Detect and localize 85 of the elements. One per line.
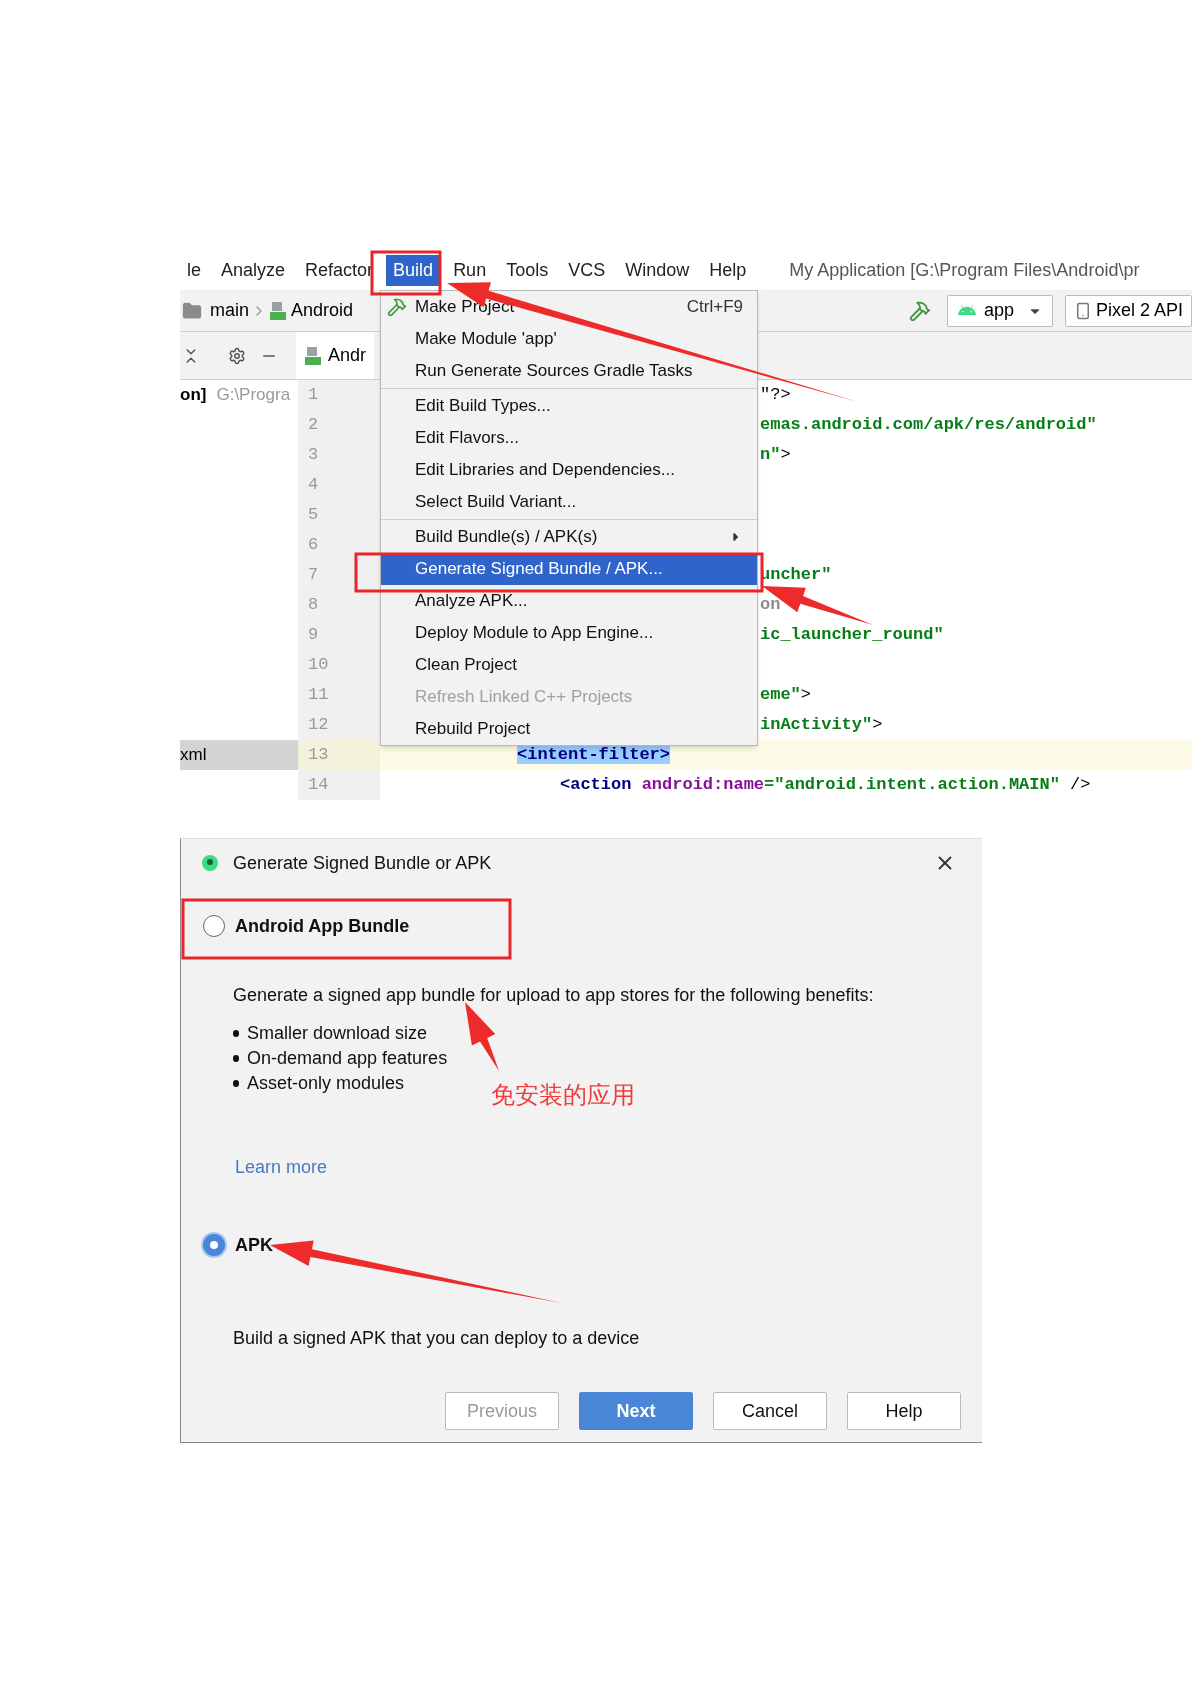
line-number: 1	[298, 380, 380, 410]
hammer-icon[interactable]	[908, 299, 931, 322]
menu-item[interactable]: Build	[386, 254, 441, 286]
menu-item[interactable]: Analyze	[214, 254, 293, 286]
run-config-dropdown[interactable]: app	[946, 294, 1053, 327]
settings-icon[interactable]	[228, 346, 246, 365]
menu-item[interactable]: Help	[702, 254, 754, 286]
menu-option[interactable]: Edit Flavors...	[381, 422, 757, 454]
line-number: 2	[298, 410, 380, 440]
line-number: 12	[298, 710, 380, 740]
line-number: 10	[298, 650, 380, 680]
menu-option[interactable]: Select Build Variant...	[381, 486, 757, 518]
line-number: 4	[298, 470, 380, 500]
line-number: 14	[298, 770, 380, 800]
menu-option[interactable]: Analyze APK...	[381, 585, 757, 617]
folder-icon	[182, 300, 202, 321]
dialog-button[interactable]: Next	[579, 1392, 693, 1430]
option-description: Generate a signed app bundle for upload to app stores for the following benefits:	[233, 984, 875, 1007]
benefit-text: Smaller download size	[247, 1022, 428, 1045]
line-number: 13	[298, 740, 380, 770]
code-token: on	[760, 595, 781, 615]
menu-item[interactable]: Refactor	[298, 254, 381, 286]
line-number: 8	[298, 590, 380, 620]
menu-option[interactable]: Edit Libraries and Dependencies...	[381, 454, 757, 486]
line-number: 5	[298, 500, 380, 530]
code-token: >	[800, 685, 811, 705]
manifest-file-icon	[304, 345, 322, 366]
menu-item[interactable]: Window	[618, 254, 697, 286]
line-number: 6	[298, 530, 380, 560]
menu-item[interactable]: Run	[446, 254, 494, 286]
app-logo-icon	[201, 854, 219, 872]
menu-item[interactable]: VCS	[561, 254, 613, 286]
breadcrumb[interactable]: Android	[291, 297, 354, 324]
menu-option[interactable]: Deploy Module to App Engine...	[381, 617, 757, 649]
code-token: android:name	[641, 775, 765, 795]
code-token: >	[872, 715, 883, 735]
code-token: />	[1069, 775, 1091, 795]
learn-more-link[interactable]: Learn more	[235, 1154, 328, 1181]
menu-option[interactable]: Rebuild Project	[381, 713, 757, 745]
benefit-text: On-demand app features	[247, 1047, 448, 1070]
radio-option[interactable]: Android App Bundle	[203, 906, 982, 946]
code-token: "?>	[760, 385, 791, 405]
dialog-button[interactable]: Help	[847, 1392, 961, 1430]
device-dropdown[interactable]: Pixel 2 API	[1064, 294, 1192, 327]
annotation-label: 免安装的应用	[491, 1080, 635, 1110]
project-path: G:\Progra	[216, 384, 291, 407]
shortcut: Ctrl+F9	[686, 296, 743, 319]
line-number: 7	[298, 560, 380, 590]
bullet-icon	[233, 1030, 239, 1037]
window-title: My Application [G:\Program Files\Android\pr	[789, 258, 1140, 282]
menu-item[interactable]: Tools	[499, 254, 556, 286]
menu-option[interactable]: Edit Build Types...	[381, 390, 757, 422]
line-number: 3	[298, 440, 380, 470]
code-token: eme"	[760, 685, 801, 705]
hammer-icon	[387, 297, 407, 317]
menu-option[interactable]: Run Generate Sources Gradle Tasks	[381, 355, 757, 387]
radio-button[interactable]	[203, 1234, 225, 1256]
bullet-icon	[233, 1055, 239, 1062]
line-number: 9	[298, 620, 380, 650]
arrow	[465, 1002, 499, 1071]
line-number: 11	[298, 680, 380, 710]
code-token: n"	[760, 445, 781, 465]
menu-option[interactable]: Clean Project	[381, 649, 757, 681]
file-item[interactable]: xml	[180, 740, 298, 770]
code-token: emas.android.com/apk/res/android"	[760, 415, 1097, 435]
breadcrumb[interactable]: main	[210, 297, 249, 324]
highlight-frame	[370, 250, 442, 296]
manifest-file-icon	[269, 300, 287, 321]
dialog-title: Generate Signed Bundle or APK	[233, 851, 492, 875]
code-token: ="android.intent.action.MAIN"	[764, 775, 1060, 795]
dialog-button[interactable]: Cancel	[713, 1392, 827, 1430]
menu-option[interactable]: Build Bundle(s) / APK(s)	[381, 521, 757, 553]
option-description: Build a signed APK that you can deploy to a device	[233, 1327, 641, 1350]
bullet-icon	[233, 1080, 239, 1087]
radio-option[interactable]: APK	[203, 1225, 982, 1265]
menu-item[interactable]: le	[180, 254, 208, 286]
code-token: ic_launcher_round"	[760, 625, 944, 645]
radio-button[interactable]	[203, 915, 225, 937]
code-token: inActivity"	[760, 715, 873, 735]
code-token: <action	[560, 775, 633, 795]
editor-tab[interactable]: Andr	[296, 332, 375, 379]
benefit-text: Asset-only modules	[247, 1072, 405, 1095]
code-token: >	[780, 445, 791, 465]
path-label: on]	[180, 384, 207, 407]
menu-option[interactable]: Make Module 'app'	[381, 323, 757, 355]
